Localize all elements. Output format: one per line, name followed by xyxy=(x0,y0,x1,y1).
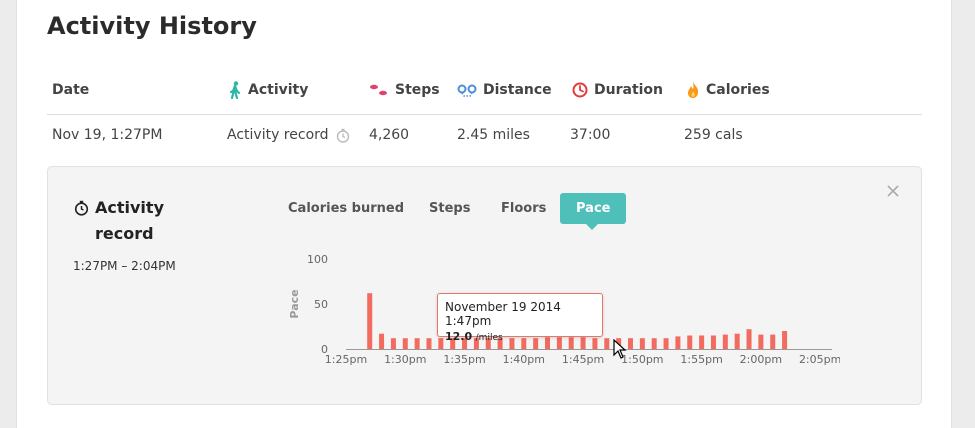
row-activity: Activity record xyxy=(227,127,329,143)
column-header-date-label: Date xyxy=(52,82,90,98)
row-duration: 37:00 xyxy=(570,127,611,143)
chart-bar[interactable] xyxy=(627,338,633,349)
chart-bar[interactable] xyxy=(438,338,444,349)
detail-title-line2: record xyxy=(95,224,154,243)
tooltip-value: 12.0 xyxy=(445,330,473,343)
y-axis-label: Pace xyxy=(288,289,301,318)
mouse-cursor-icon xyxy=(613,339,627,359)
clock-icon xyxy=(572,82,588,98)
chart-bar[interactable] xyxy=(687,335,693,350)
tab-floors[interactable]: Floors xyxy=(501,193,546,224)
x-tick-label: 1:35pm xyxy=(443,353,485,366)
chart-bar[interactable] xyxy=(746,329,752,349)
tab-steps[interactable]: Steps xyxy=(429,193,470,224)
x-tick-label: 1:45pm xyxy=(562,353,604,366)
x-tick-label: 1:25pm xyxy=(325,353,367,366)
chart-bar[interactable] xyxy=(651,338,657,349)
walking-person-icon xyxy=(228,81,242,99)
column-header-date[interactable]: Date xyxy=(52,80,89,100)
column-header-distance[interactable]: Distance xyxy=(457,80,552,100)
column-header-steps[interactable]: Steps xyxy=(369,80,440,100)
chart-bar[interactable] xyxy=(414,338,420,349)
footprints-icon xyxy=(369,83,389,97)
row-distance: 2.45 miles xyxy=(457,127,530,143)
x-tick-label: 1:40pm xyxy=(503,353,545,366)
x-tick-label: 1:50pm xyxy=(621,353,663,366)
stopwatch-icon xyxy=(336,128,350,147)
x-tick-label: 1:55pm xyxy=(680,353,722,366)
x-tick-label: 2:00pm xyxy=(740,353,782,366)
chart-bar[interactable] xyxy=(758,334,764,349)
column-header-duration-label: Duration xyxy=(594,82,664,98)
detail-time-range: 1:27PM – 2:04PM xyxy=(73,259,176,273)
column-header-duration[interactable]: Duration xyxy=(572,80,663,100)
chart-bar[interactable] xyxy=(390,338,396,349)
tooltip-title: November 19 2014 1:47pm xyxy=(445,300,561,328)
chart-bar[interactable] xyxy=(722,334,728,349)
column-header-calories[interactable]: Calories xyxy=(686,80,770,100)
route-pins-icon xyxy=(457,83,477,97)
tab-calories-burned[interactable]: Calories burned xyxy=(288,193,404,224)
x-tick-label: 2:05pm xyxy=(799,353,840,366)
chart-bar[interactable] xyxy=(675,336,681,349)
column-header-distance-label: Distance xyxy=(483,82,552,98)
column-header-activity-label: Activity xyxy=(248,82,309,98)
chart-bar[interactable] xyxy=(770,334,776,349)
y-tick-label: 50 xyxy=(314,298,328,311)
x-tick-label: 1:30pm xyxy=(384,353,426,366)
chart-bar[interactable] xyxy=(663,338,669,349)
column-header-activity[interactable]: Activity xyxy=(228,80,308,100)
close-icon[interactable] xyxy=(886,182,900,203)
row-steps: 4,260 xyxy=(369,127,410,143)
active-tab-pointer xyxy=(585,223,599,230)
chart-bar[interactable] xyxy=(782,331,788,349)
page-title: Activity History xyxy=(47,12,257,40)
stopwatch-icon xyxy=(74,195,89,221)
chart-bar[interactable] xyxy=(367,293,373,349)
chart-tooltip: November 19 2014 1:47pm 12.0 /miles xyxy=(437,293,603,343)
row-calories: 259 cals xyxy=(684,127,743,143)
tooltip-unit: /miles xyxy=(475,333,503,343)
y-tick-label: 100 xyxy=(307,253,328,266)
flame-icon xyxy=(686,81,700,99)
chart-bar[interactable] xyxy=(379,333,385,349)
chart-bar[interactable] xyxy=(402,338,408,349)
tab-pace[interactable]: Pace xyxy=(560,193,627,224)
chart-bar[interactable] xyxy=(426,338,432,349)
detail-title: Activity record xyxy=(74,195,175,247)
chart-bar[interactable] xyxy=(710,335,716,350)
chart-bar[interactable] xyxy=(639,338,645,349)
chart-bar[interactable] xyxy=(734,333,740,349)
table-divider xyxy=(47,114,922,115)
column-header-calories-label: Calories xyxy=(706,82,770,98)
chart-bar[interactable] xyxy=(604,338,610,349)
detail-title-line1: Activity xyxy=(95,198,164,217)
column-header-steps-label: Steps xyxy=(395,82,440,98)
row-date: Nov 19, 1:27PM xyxy=(52,127,163,143)
chart-bar[interactable] xyxy=(699,335,705,350)
